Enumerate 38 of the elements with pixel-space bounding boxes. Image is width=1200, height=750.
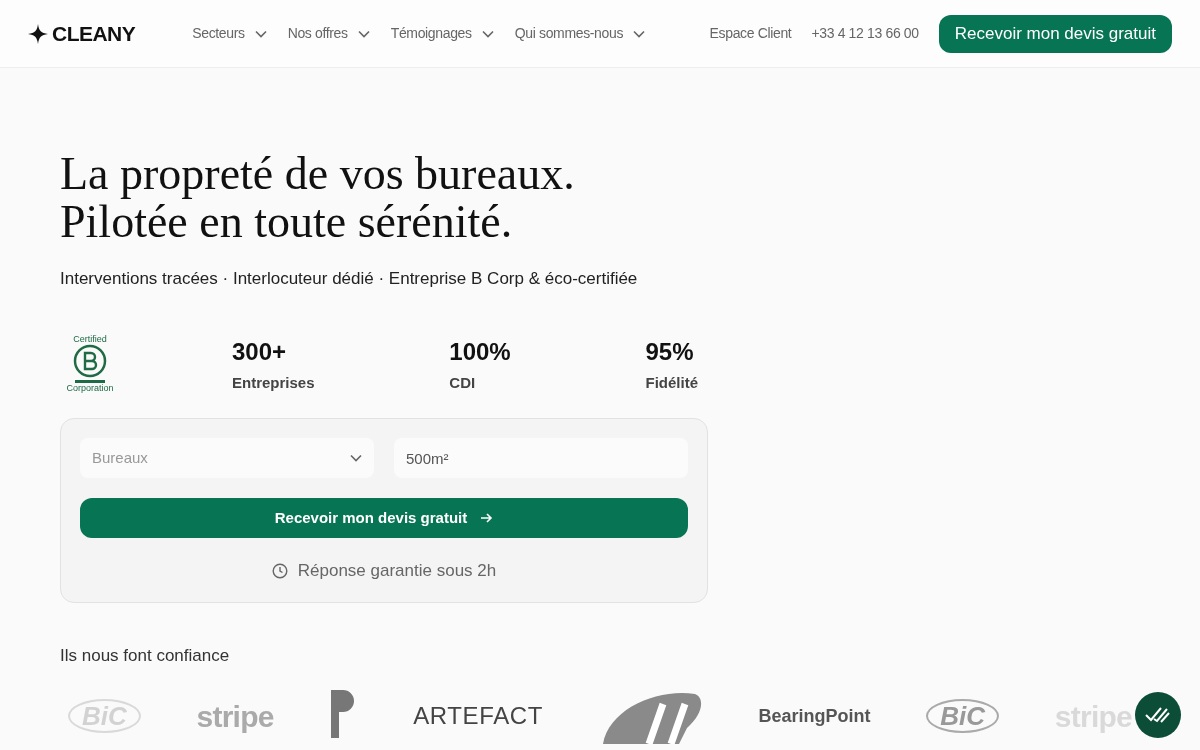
hero-subtitle: Interventions tracées · Interlocuteur dédié · Entreprise B Corp & éco-certifiée <box>60 268 639 290</box>
brand-logo[interactable]: CLEANY <box>52 17 136 50</box>
clock-icon <box>271 562 288 579</box>
chevron-down-icon <box>633 29 646 38</box>
nav-menu[interactable]: Témoignages <box>390 23 494 44</box>
stat-value: 95% <box>645 336 695 367</box>
nav-menu[interactable]: Qui sommes-nous <box>514 23 646 44</box>
logo-wordmark: ARTEFACT <box>413 701 543 731</box>
hero-title: Pilotée en toute sérénité. <box>60 198 514 246</box>
badge-caption: Certified <box>73 334 107 344</box>
logo-wordmark: BiC <box>926 699 1000 733</box>
response-note: Réponse garantie sous 2h <box>297 560 497 582</box>
sparkle-icon <box>28 23 48 44</box>
chevron-down-icon <box>357 29 370 38</box>
chevron-down-icon <box>254 29 267 38</box>
b-corp-icon <box>73 343 107 384</box>
chevron-down-icon <box>350 454 362 462</box>
badge-caption: Corporation <box>66 383 114 393</box>
checks-icon <box>1145 706 1171 724</box>
logo-wordmark: BearingPoint <box>758 704 871 728</box>
area-input[interactable]: 500m² <box>394 438 688 478</box>
arrow-right-icon <box>479 511 494 525</box>
nav-menu[interactable]: Secteurs <box>192 23 267 44</box>
stat-label: CDI <box>449 372 477 393</box>
client-link[interactable]: Espace Client <box>709 23 792 44</box>
logo-wordmark: stripe <box>196 698 274 735</box>
stat-label: Entreprises <box>232 372 315 393</box>
quote-button[interactable]: Recevoir mon devis gratuit <box>938 14 1172 53</box>
phone-link[interactable]: +33 4 12 13 66 00 <box>811 23 919 44</box>
submit-button[interactable]: Recevoir mon devis gratuit <box>80 498 688 538</box>
nav-menu[interactable]: Nos offres <box>287 23 370 44</box>
chevron-down-icon <box>481 29 494 38</box>
hero-title: La propreté de vos bureaux. <box>60 150 576 198</box>
chat-button[interactable] <box>1135 692 1181 738</box>
stat-label: Fidélité <box>645 372 698 393</box>
stat-value: 100% <box>449 336 511 367</box>
trust-title: Ils nous font confiance <box>60 644 231 667</box>
stat-value: 300+ <box>232 336 288 367</box>
